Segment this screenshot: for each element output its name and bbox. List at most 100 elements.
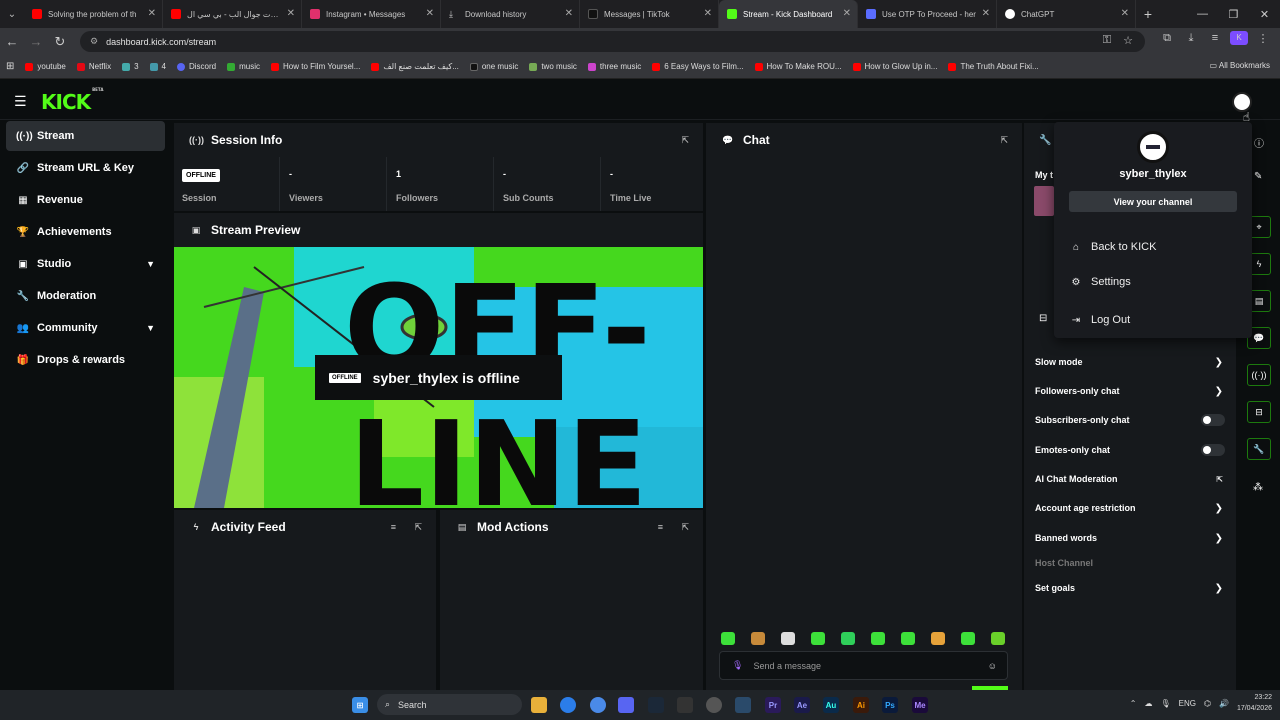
forward-icon[interactable]: → — [24, 34, 48, 49]
close-icon[interactable]: ✕ — [843, 8, 851, 19]
microphone-icon[interactable]: 🎙 — [1161, 699, 1171, 708]
illustrator-icon[interactable]: Ai — [853, 697, 869, 713]
rail-settings-icon[interactable]: ⊟ — [1247, 401, 1271, 423]
setting-account-age[interactable]: Account age restriction ❯ — [1035, 501, 1225, 515]
password-key-icon[interactable]: ⚿ — [1103, 34, 1111, 47]
bookmark-item[interactable]: How to Film Yoursel... — [271, 62, 360, 71]
emote-button[interactable] — [901, 632, 915, 645]
url-input[interactable]: ⚙ dashboard.kick.com/stream ⚿ ☆ — [80, 31, 1145, 52]
photoshop-icon[interactable]: Ps — [882, 697, 898, 713]
menu-icon[interactable]: ⋮ — [1254, 32, 1272, 45]
discord-icon[interactable] — [618, 697, 634, 713]
bookmark-item[interactable]: How to Glow Up in... — [852, 62, 937, 71]
popout-icon[interactable]: ⇱ — [414, 522, 422, 533]
popout-icon[interactable]: ⇱ — [1000, 135, 1008, 146]
setting-set-goals[interactable]: Set goals ❯ — [1035, 581, 1225, 595]
filter-icon[interactable]: ≡ — [391, 522, 396, 532]
all-bookmarks-button[interactable]: ▭ All Bookmarks — [1210, 61, 1270, 70]
browser-tab[interactable]: Instagram • Messages ✕ — [302, 0, 441, 28]
cloud-icon[interactable]: ☁ — [1145, 699, 1153, 708]
steam-icon[interactable] — [648, 697, 664, 713]
popout-icon[interactable]: ⇱ — [681, 522, 689, 533]
network-icon[interactable]: ⌬ — [1204, 699, 1211, 708]
close-icon[interactable]: ✕ — [982, 8, 990, 19]
info-icon[interactable]: ⓘ — [1254, 135, 1264, 150]
sidebar-item-stream-url-key[interactable]: 🔗 Stream URL & Key — [6, 153, 165, 183]
setting-ai-chat-moderation[interactable]: AI Chat Moderation ⇱ — [1035, 472, 1225, 486]
app-icon[interactable] — [735, 697, 751, 713]
volume-icon[interactable]: 🔊 — [1219, 699, 1229, 708]
browser-tab[interactable]: Solving the problem of th ✕ — [24, 0, 163, 28]
emote-button[interactable] — [871, 632, 885, 645]
close-icon[interactable]: ✕ — [565, 8, 573, 19]
close-icon[interactable]: ✕ — [1121, 8, 1129, 19]
after-effects-icon[interactable]: Ae — [794, 697, 810, 713]
bookmark-item[interactable]: كيف تعلمت صنع الف... — [371, 62, 459, 71]
view-channel-button[interactable]: View your channel — [1069, 191, 1237, 212]
menu-item-settings[interactable]: ⚙ Settings — [1069, 276, 1131, 288]
rail-wrench-icon[interactable]: 🔧 — [1247, 438, 1271, 460]
bookmark-item[interactable]: The Truth About Fixi... — [948, 62, 1039, 71]
chrome-profile-icon[interactable] — [590, 697, 606, 713]
site-info-icon[interactable]: ⚙ — [90, 36, 98, 47]
start-button-icon[interactable]: ⊞ — [352, 697, 368, 713]
file-explorer-icon[interactable] — [531, 697, 547, 713]
emotes-only-toggle[interactable] — [1201, 444, 1225, 456]
emote-button[interactable] — [841, 632, 855, 645]
bookmark-item[interactable]: one music — [469, 62, 518, 71]
microphone-icon[interactable]: 🎙 — [732, 660, 743, 671]
filter-icon[interactable]: ≡ — [658, 522, 663, 532]
edit-icon[interactable]: ✎ — [1254, 171, 1262, 182]
close-icon[interactable]: ✕ — [704, 8, 712, 19]
browser-tab[interactable]: ⤓ Download history ✕ — [441, 0, 580, 28]
sidebar-item-community[interactable]: 👥 Community ▼ — [6, 313, 165, 343]
sidebar-item-moderation[interactable]: 🔧 Moderation — [6, 281, 165, 311]
emote-button[interactable] — [811, 632, 825, 645]
chat-message-input[interactable]: 🎙 Send a message ☺ — [719, 651, 1008, 680]
sidebar-item-revenue[interactable]: ▦ Revenue — [6, 185, 165, 215]
downloads-icon[interactable]: ⤓ — [1182, 32, 1200, 45]
emoji-icon[interactable]: ☺ — [988, 661, 997, 671]
bookmark-item[interactable]: 3 — [122, 62, 139, 71]
back-icon[interactable]: ← — [0, 34, 24, 49]
media-encoder-icon[interactable]: Me — [912, 697, 928, 713]
close-icon[interactable]: ✕ — [287, 8, 295, 19]
bookmark-item[interactable]: two music — [529, 62, 577, 71]
browser-tab-active[interactable]: Stream - Kick Dashboard ✕ — [719, 0, 858, 28]
close-window-icon[interactable]: ✕ — [1249, 0, 1280, 28]
user-avatar-button[interactable] — [1232, 92, 1252, 112]
emote-button[interactable] — [991, 632, 1005, 645]
clock[interactable]: 23:22 17/04/2026 — [1237, 692, 1272, 714]
menu-item-back-to-kick[interactable]: ⌂ Back to KICK — [1069, 241, 1156, 253]
bookmark-item[interactable]: youtube — [25, 62, 66, 71]
close-icon[interactable]: ✕ — [426, 8, 434, 19]
new-tab-button[interactable]: + — [1136, 6, 1160, 22]
taskbar-search-input[interactable]: ⌕ Search — [377, 694, 522, 715]
reload-icon[interactable]: ↻ — [48, 34, 72, 50]
extensions-icon[interactable]: ⧉ — [1158, 32, 1176, 45]
subscribers-only-toggle[interactable] — [1201, 414, 1225, 426]
browser-tab[interactable]: ChatGPT ✕ — [997, 0, 1136, 28]
bookmark-item[interactable]: 6 Easy Ways to Film... — [652, 62, 744, 71]
restore-icon[interactable]: ❐ — [1218, 0, 1249, 28]
close-icon[interactable]: ✕ — [148, 8, 156, 19]
bookmark-item[interactable]: How To Make ROU... — [754, 62, 842, 71]
audition-icon[interactable]: Au — [823, 697, 839, 713]
sidebar-item-studio[interactable]: ▣ Studio ▼ — [6, 249, 165, 279]
language-indicator[interactable]: ENG — [1179, 699, 1196, 708]
browser-tab[interactable]: جولات جوال الب - بي سي ال ✕ — [163, 0, 302, 28]
media-icon[interactable]: ≡ — [1206, 32, 1224, 44]
emote-button[interactable] — [751, 632, 765, 645]
browser-tab[interactable]: Use OTP To Proceed - her ✕ — [858, 0, 997, 28]
minimize-icon[interactable]: — — [1187, 0, 1218, 28]
setting-banned-words[interactable]: Banned words ❯ — [1035, 531, 1225, 545]
setting-slow-mode[interactable]: Slow mode ❯ — [1035, 355, 1225, 369]
bookmark-item[interactable]: Netflix — [76, 62, 111, 71]
sidebar-item-drops-rewards[interactable]: 🎁 Drops & rewards — [6, 345, 165, 375]
bookmark-item[interactable]: three music — [587, 62, 641, 71]
epic-games-icon[interactable] — [677, 697, 693, 713]
obs-icon[interactable] — [706, 697, 722, 713]
emote-button[interactable] — [961, 632, 975, 645]
tray-overflow-icon[interactable]: ⌃ — [1130, 699, 1137, 708]
bookmark-item[interactable]: Discord — [177, 62, 216, 71]
